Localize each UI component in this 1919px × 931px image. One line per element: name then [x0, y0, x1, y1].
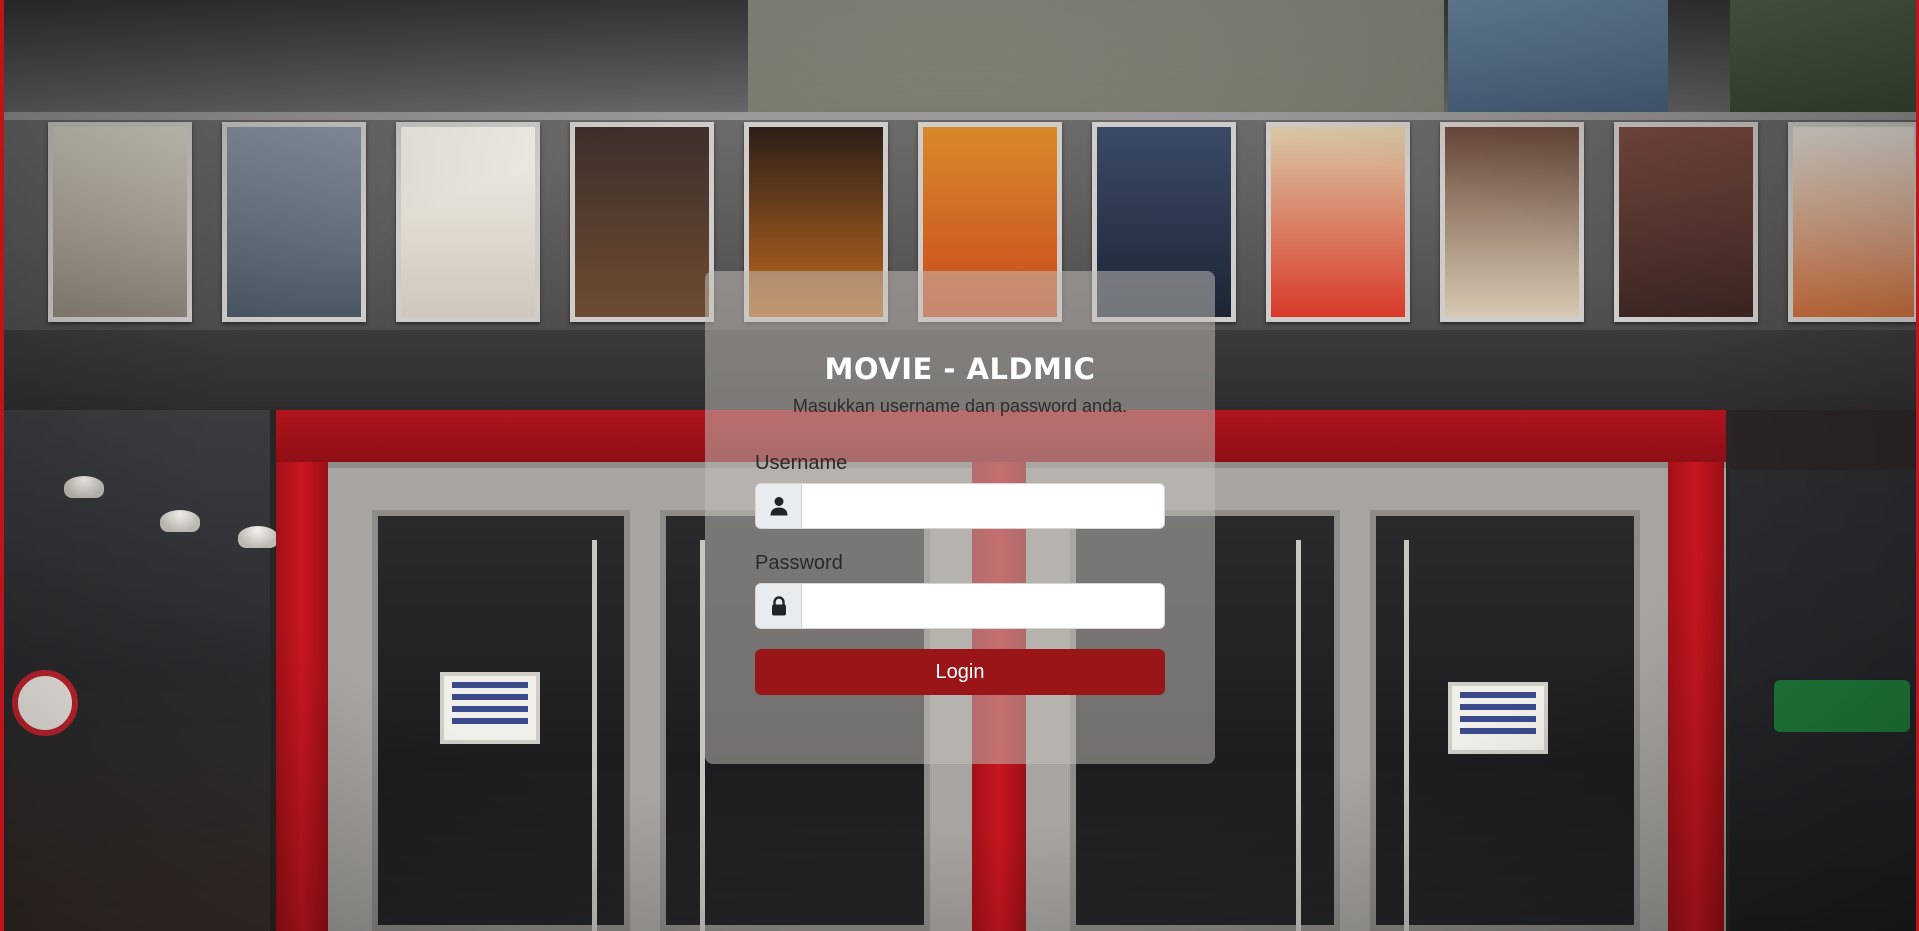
login-card: MOVIE - ALDMIC Masukkan username dan pas…: [705, 271, 1215, 764]
password-input-group: [755, 583, 1165, 629]
user-icon: [756, 484, 802, 528]
page-edge-left: [0, 0, 4, 931]
login-button[interactable]: Login: [755, 649, 1165, 695]
login-page: MOVIE - ALDMIC Masukkan username dan pas…: [0, 0, 1919, 931]
password-input[interactable]: [802, 584, 1164, 628]
username-input-group: [755, 483, 1165, 529]
password-label: Password: [755, 552, 843, 574]
login-instructions: Masukkan username dan password anda.: [792, 396, 1128, 416]
username-input[interactable]: [802, 484, 1164, 528]
username-label: Username: [755, 452, 848, 474]
lock-icon: [756, 584, 802, 628]
app-title: MOVIE - ALDMIC: [824, 352, 1096, 386]
